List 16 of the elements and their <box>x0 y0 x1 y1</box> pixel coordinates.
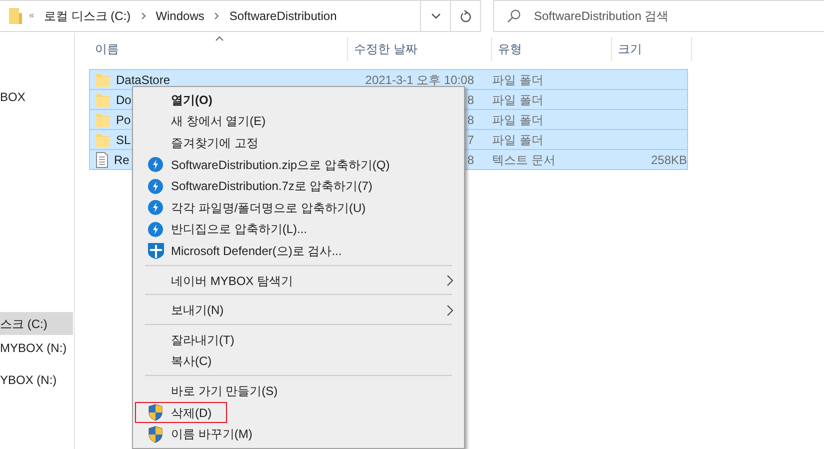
date-modified: 8 <box>467 152 474 166</box>
file-type: 파일 폴더 <box>492 132 544 146</box>
file-name: DataStore <box>116 72 170 88</box>
file-name: SL <box>116 132 131 148</box>
file-type: 파일 폴더 <box>492 72 544 86</box>
file-size: 258KB <box>650 152 687 166</box>
date-modified: 2021-3-1 오후 10:08 <box>365 72 474 86</box>
file-name: Re <box>114 152 130 168</box>
file-type: 파일 폴더 <box>492 112 544 126</box>
date-modified: 8 <box>467 112 474 126</box>
date-modified: 7 <box>467 132 474 146</box>
date-modified: 8 <box>467 92 474 106</box>
file-name: Po <box>116 112 131 128</box>
file-type: 파일 폴더 <box>492 92 544 106</box>
file-type: 텍스트 문서 <box>492 152 556 166</box>
file-name: Do <box>116 92 132 108</box>
